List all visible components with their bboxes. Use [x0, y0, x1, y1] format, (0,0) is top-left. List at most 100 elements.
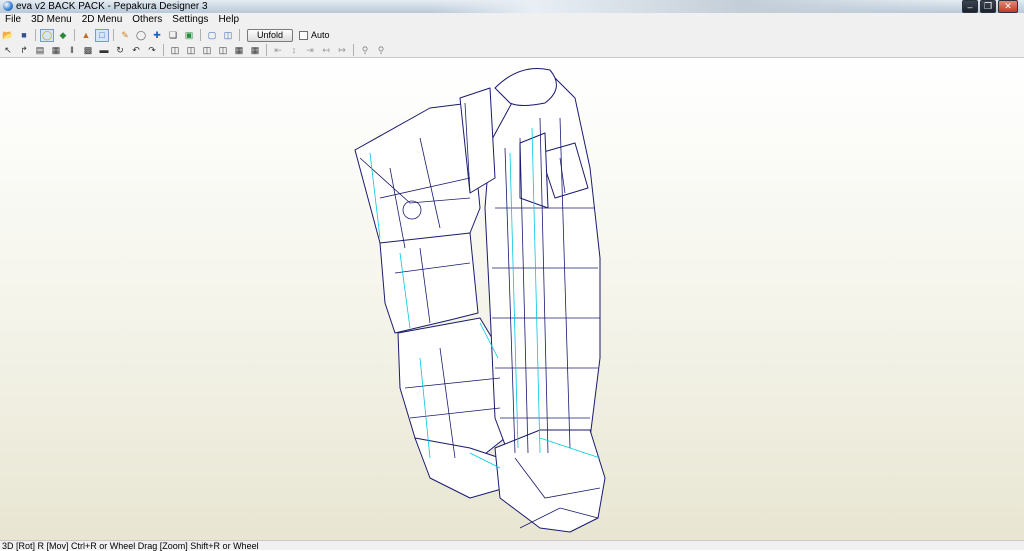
- grid-b-button[interactable]: ◫: [184, 44, 198, 57]
- window-split-icon: ◫: [223, 29, 233, 40]
- align-right-button[interactable]: ⇥: [303, 44, 317, 57]
- grid-a-button[interactable]: ◫: [168, 44, 182, 57]
- pepakura-app-icon: [3, 1, 13, 11]
- backpack-model[interactable]: [0, 58, 1024, 540]
- fold-button[interactable]: ▩: [81, 44, 95, 57]
- grid-d-button[interactable]: ◫: [216, 44, 230, 57]
- menu-help[interactable]: Help: [213, 13, 244, 27]
- undo-icon: ↶: [132, 44, 140, 55]
- redo-button[interactable]: ↷: [145, 44, 159, 57]
- align-left-button[interactable]: ⇤: [271, 44, 285, 57]
- copy-button[interactable]: ❏: [166, 29, 180, 42]
- menu-settings[interactable]: Settings: [167, 13, 213, 27]
- align-top-icon: ↤: [322, 44, 330, 55]
- move-axes-icon: ✚: [153, 29, 161, 40]
- pin-button[interactable]: ‖: [65, 44, 79, 57]
- maximize-button[interactable]: ❐: [980, 0, 996, 13]
- rect-button[interactable]: ▬: [97, 44, 111, 57]
- texture-icon: ▲: [81, 29, 91, 40]
- grid-f-icon: ▦: [250, 44, 260, 55]
- align-bottom-icon: ↦: [338, 44, 346, 55]
- toolbar-separator: [200, 29, 201, 41]
- align-right-icon: ⇥: [306, 44, 314, 55]
- move-button[interactable]: ✚: [150, 29, 164, 42]
- title-bar-background: [430, 0, 950, 13]
- grid-e-button[interactable]: ▦: [232, 44, 246, 57]
- status-bar: 3D [Rot] R [Mov] Ctrl+R or Wheel Drag [Z…: [0, 540, 1024, 551]
- grid-c-button[interactable]: ◫: [200, 44, 214, 57]
- minimize-button[interactable]: –: [962, 0, 978, 13]
- toolbar-separator: [35, 29, 36, 41]
- vertex-icon: ↱: [20, 44, 28, 55]
- rotate-button[interactable]: ↻: [113, 44, 127, 57]
- model-nozzle: [494, 429, 606, 533]
- brush-button[interactable]: ▤: [33, 44, 47, 57]
- toolbar-separator: [74, 29, 75, 41]
- edit-toolbar: ↖ ↱ ▤ ▦ ‖ ▩ ▬ ↻ ↶ ↷ ◫ ◫ ◫ ◫ ▦ ▦ ⇤ ↕ ⇥ ↤ …: [0, 43, 1024, 58]
- menu-bar: File 3D Menu 2D Menu Others Settings Hel…: [0, 13, 1024, 27]
- light-button[interactable]: ◯: [40, 28, 54, 42]
- zoom-out-button[interactable]: ⚲: [374, 44, 388, 57]
- copy-icon: ❏: [168, 29, 178, 40]
- window-controls: – ❐ ✕: [962, 0, 1018, 13]
- pin-icon: ‖: [70, 44, 74, 55]
- grid-a-icon: ◫: [170, 44, 180, 55]
- minimize-icon: –: [967, 1, 973, 12]
- fold-icon: ▩: [83, 44, 93, 55]
- grid-f-button[interactable]: ▦: [248, 44, 262, 57]
- texture-button[interactable]: ▲: [79, 29, 93, 42]
- paint-icon: ◆: [59, 29, 67, 40]
- 3d-viewport[interactable]: [0, 58, 1024, 540]
- vertex-button[interactable]: ↱: [17, 44, 31, 57]
- window-split-button[interactable]: ◫: [221, 29, 235, 42]
- auto-checkbox[interactable]: [299, 30, 308, 40]
- open-icon: 📂: [2, 29, 14, 40]
- grid-c-icon: ◫: [202, 44, 212, 55]
- window-title: eva v2 BACK PACK - Pepakura Designer 3: [16, 1, 208, 12]
- save-button[interactable]: ■: [17, 29, 31, 42]
- main-toolbar: 📂 ■ ◯ ◆ ▲ □ ✎ ◯ ✚ ❏ ▣ ▢ ◫ Unfold Auto: [0, 27, 1024, 43]
- menu-3d[interactable]: 3D Menu: [26, 13, 77, 27]
- menu-file[interactable]: File: [0, 13, 26, 27]
- window-single-icon: ▢: [207, 29, 217, 40]
- grid-d-icon: ◫: [218, 44, 228, 55]
- toolbar-separator: [353, 44, 354, 56]
- brush-icon: ▤: [35, 44, 45, 55]
- zoom-out-icon: ⚲: [377, 44, 385, 55]
- redo-icon: ↷: [148, 44, 156, 55]
- align-center-button[interactable]: ↕: [287, 44, 301, 57]
- model-left-panel: [354, 102, 481, 249]
- toolbar-separator: [113, 29, 114, 41]
- flap-button[interactable]: ▣: [182, 29, 196, 42]
- save-icon: ■: [21, 29, 27, 40]
- menu-others[interactable]: Others: [127, 13, 167, 27]
- align-top-button[interactable]: ↤: [319, 44, 333, 57]
- zoom-in-button[interactable]: ⚲: [358, 44, 372, 57]
- rect-icon: ▬: [99, 44, 109, 55]
- grid-b-icon: ◫: [186, 44, 196, 55]
- align-center-icon: ↕: [291, 44, 297, 55]
- open-button[interactable]: 📂: [1, 29, 15, 42]
- toolbar-separator: [266, 44, 267, 56]
- close-icon: ✕: [1004, 1, 1012, 11]
- view-box-button[interactable]: □: [95, 28, 109, 42]
- select-button[interactable]: ↖: [1, 44, 15, 57]
- window-single-button[interactable]: ▢: [205, 29, 219, 42]
- cylinder-icon: ◯: [135, 29, 147, 40]
- toolbar-separator: [239, 29, 240, 41]
- rotate-icon: ↻: [116, 44, 124, 55]
- align-left-icon: ⇤: [274, 44, 282, 55]
- edit-button[interactable]: ✎: [118, 29, 132, 42]
- paint-button[interactable]: ◆: [56, 29, 70, 42]
- menu-2d[interactable]: 2D Menu: [77, 13, 128, 27]
- join-icon: ▦: [51, 44, 61, 55]
- join-button[interactable]: ▦: [49, 44, 63, 57]
- undo-button[interactable]: ↶: [129, 44, 143, 57]
- cylinder-button[interactable]: ◯: [134, 29, 148, 42]
- close-button[interactable]: ✕: [998, 0, 1018, 13]
- grid-e-icon: ▦: [234, 44, 244, 55]
- align-bottom-button[interactable]: ↦: [335, 44, 349, 57]
- flap-icon: ▣: [184, 29, 194, 40]
- unfold-button[interactable]: Unfold: [247, 28, 293, 42]
- view-box-icon: □: [99, 29, 105, 40]
